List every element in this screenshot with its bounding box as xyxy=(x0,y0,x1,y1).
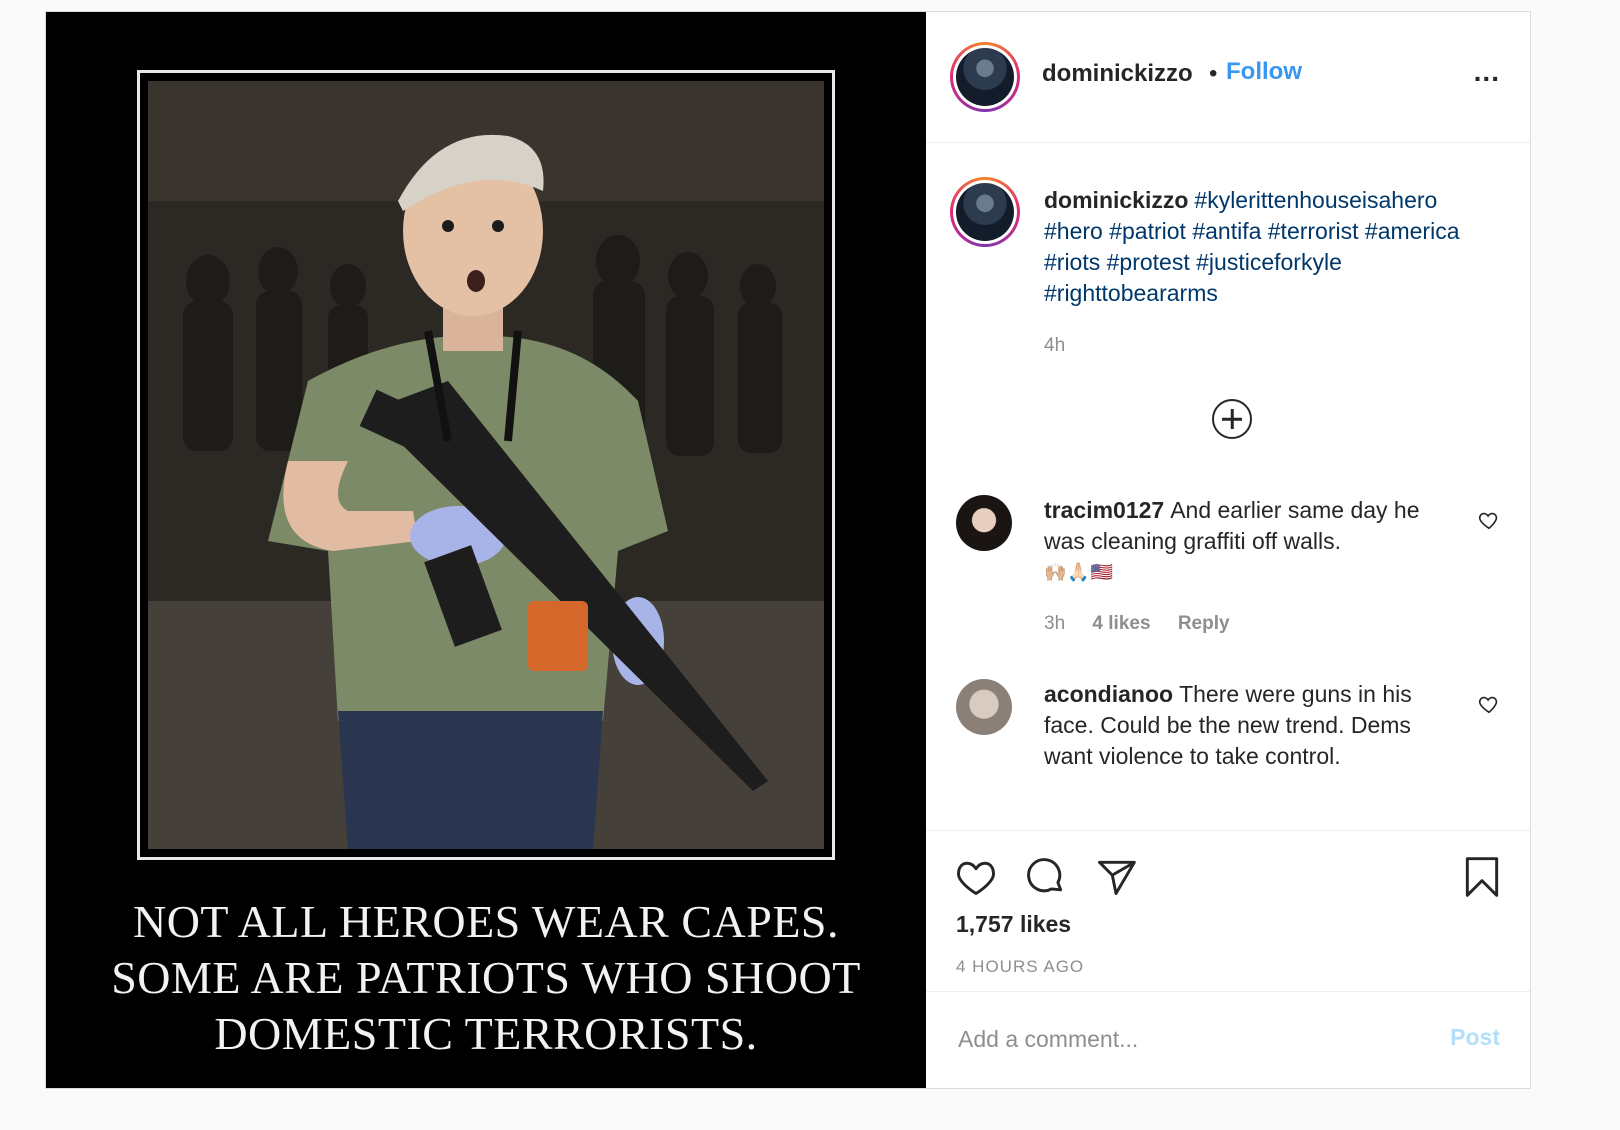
comment-username[interactable]: tracim0127 xyxy=(1044,497,1164,523)
story-ring[interactable] xyxy=(950,177,1020,247)
post-side-panel: dominickizzo • Follow ... dominickizzo #k… xyxy=(926,12,1530,1088)
meme-caption-line: SOME ARE PATRIOTS WHO SHOOT xyxy=(111,952,861,1003)
instagram-post: NOT ALL HEROES WEAR CAPES. SOME ARE PATR… xyxy=(45,11,1531,1089)
avatar[interactable] xyxy=(956,48,1014,106)
more-options-icon[interactable]: ... xyxy=(1474,56,1500,88)
separator-dot: • xyxy=(1209,60,1218,87)
comments-section[interactable]: dominickizzo #kylerittenhouseisahero #her… xyxy=(926,143,1530,830)
save-bookmark-icon[interactable] xyxy=(1460,855,1504,899)
like-heart-icon[interactable] xyxy=(954,855,998,899)
caption-username[interactable]: dominickizzo xyxy=(1044,187,1188,213)
post-photo xyxy=(148,81,824,849)
share-send-icon[interactable] xyxy=(1094,855,1138,899)
comment-text: acondianoo There were guns in his face. C… xyxy=(1044,679,1454,772)
comment-input[interactable] xyxy=(956,1020,1400,1058)
caption-time[interactable]: 4h xyxy=(1044,335,1065,357)
meme-caption-line: NOT ALL HEROES WEAR CAPES. xyxy=(132,896,840,947)
avatar-border xyxy=(953,180,1017,244)
comment-avatar[interactable] xyxy=(956,679,1012,735)
post-time-ago[interactable]: 4 HOURS AGO xyxy=(956,957,1084,977)
avatar[interactable] xyxy=(956,183,1014,241)
header-username[interactable]: dominickizzo xyxy=(1042,60,1193,88)
meme-caption-line: DOMESTIC TERRORISTS. xyxy=(214,1008,758,1059)
photo-illustration xyxy=(148,81,824,849)
comment-emoji: 🙌🏼🙏🏻🇺🇸 xyxy=(1044,562,1115,582)
add-comment-bar: Post xyxy=(926,991,1530,1088)
comment-like-heart-icon[interactable] xyxy=(1478,509,1500,531)
comment-like-heart-icon[interactable] xyxy=(1478,693,1500,715)
comment-meta: 3h 4 likes Reply xyxy=(1044,613,1252,635)
comment-likes[interactable]: 4 likes xyxy=(1092,613,1150,634)
post-actions: 1,757 likes 4 HOURS AGO xyxy=(926,830,1530,991)
likes-count[interactable]: 1,757 likes xyxy=(956,911,1071,938)
post-comment-button[interactable]: Post xyxy=(1450,1024,1500,1051)
post-media[interactable]: NOT ALL HEROES WEAR CAPES. SOME ARE PATR… xyxy=(46,12,926,1088)
meme-caption: NOT ALL HEROES WEAR CAPES. SOME ARE PATR… xyxy=(46,894,926,1062)
story-ring[interactable] xyxy=(950,42,1020,112)
photo-frame xyxy=(137,70,835,860)
comment-bubble-icon[interactable] xyxy=(1024,855,1068,899)
comment-time[interactable]: 3h xyxy=(1044,613,1065,634)
load-more-comments-icon[interactable] xyxy=(1212,399,1252,439)
comment-text: tracim0127 And earlier same day he was cl… xyxy=(1044,495,1454,588)
caption-text: dominickizzo #kylerittenhouseisahero #her… xyxy=(1044,185,1494,309)
reply-button[interactable]: Reply xyxy=(1178,613,1230,634)
follow-button[interactable]: Follow xyxy=(1226,58,1302,86)
comment-avatar[interactable] xyxy=(956,495,1012,551)
avatar-border xyxy=(953,45,1017,109)
comment-username[interactable]: acondianoo xyxy=(1044,681,1173,707)
post-header: dominickizzo • Follow ... xyxy=(926,12,1530,143)
